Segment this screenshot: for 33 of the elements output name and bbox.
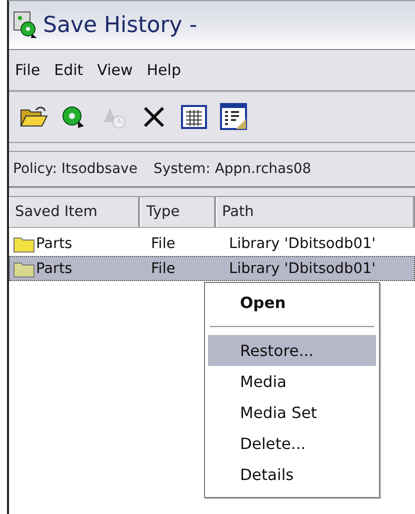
- folder-open-icon: [20, 106, 48, 128]
- menu-item[interactable]: File: [11, 61, 44, 79]
- menu-item[interactable]: Details: [208, 459, 376, 490]
- delete-icon: [142, 105, 166, 129]
- table-cell: Parts: [36, 236, 72, 252]
- menu-item[interactable]: Delete...: [208, 428, 376, 459]
- menu-item[interactable]: Open: [208, 287, 376, 318]
- details-view-icon: [220, 103, 248, 131]
- column-header[interactable]: Type: [140, 197, 216, 227]
- menu-item[interactable]: Edit: [50, 61, 88, 79]
- tape-reel-icon: [13, 11, 39, 39]
- table-row[interactable]: Parts File Library 'Dbitsodb01': [9, 231, 415, 256]
- menu-item[interactable]: Media: [208, 366, 376, 397]
- table-icon: [181, 105, 207, 129]
- table-row[interactable]: Parts File Library 'Dbitsodb01': [9, 256, 415, 281]
- table-cell-text: File: [150, 260, 176, 276]
- info-text: System: Appn.rchas08: [153, 161, 312, 177]
- menu-item[interactable]: View: [93, 61, 137, 79]
- menu-item[interactable]: Restore...: [208, 335, 376, 366]
- table-cell-text: Library 'Dbitsodb01': [228, 236, 376, 252]
- folder-icon: [13, 234, 35, 252]
- toolbar-button[interactable]: [179, 102, 209, 132]
- folder-icon: [13, 260, 35, 278]
- info-text: Policy: Itsodbsave: [13, 161, 138, 177]
- window-title: Save History -: [43, 12, 198, 38]
- table-cell-text: Library 'Dbitsodb01': [228, 260, 376, 276]
- table-cell: Parts: [36, 260, 72, 276]
- table-cell-text: File: [150, 236, 176, 252]
- toolbar-button[interactable]: [219, 102, 249, 132]
- menu-item[interactable]: Help: [142, 61, 185, 79]
- column-header[interactable]: Saved Item: [9, 197, 140, 227]
- menu-item[interactable]: Media Set: [208, 397, 376, 428]
- column-header[interactable]: Path: [216, 197, 415, 227]
